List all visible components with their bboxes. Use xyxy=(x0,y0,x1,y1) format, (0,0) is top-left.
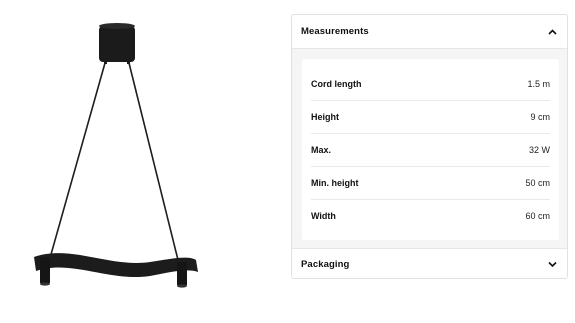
lamp-cord-right xyxy=(128,62,181,269)
spec-label: Max. xyxy=(311,145,332,155)
spec-row-cord-length: Cord length 1.5 m xyxy=(311,68,550,101)
product-details-panel: Measurements Cord length 1.5 m Height 9 … xyxy=(291,14,568,279)
lamp-cord-left xyxy=(49,62,106,259)
spec-value: 9 cm xyxy=(530,112,550,122)
product-image xyxy=(34,23,198,288)
spec-value: 1.5 m xyxy=(527,79,550,89)
spec-row-max: Max. 32 W xyxy=(311,134,550,167)
spec-value: 50 cm xyxy=(525,178,550,188)
packaging-title: Packaging xyxy=(301,258,350,270)
lamp-light-right xyxy=(177,262,187,286)
spec-row-width: Width 60 cm xyxy=(311,200,550,232)
spec-row-height: Height 9 cm xyxy=(311,101,550,134)
spec-label: Cord length xyxy=(311,79,362,89)
measurements-accordion-header[interactable]: Measurements xyxy=(292,15,567,49)
lamp-light-left xyxy=(40,257,50,284)
spec-label: Width xyxy=(311,211,336,221)
measurements-title: Measurements xyxy=(301,26,369,37)
spec-value: 32 W xyxy=(528,145,550,155)
chevron-up-icon[interactable] xyxy=(547,27,557,37)
packaging-accordion-header[interactable]: Packaging xyxy=(292,248,567,278)
chevron-down-icon[interactable] xyxy=(547,259,557,269)
spec-label: Min. height xyxy=(311,178,359,188)
spec-row-min-height: Min. height 50 cm xyxy=(311,167,550,200)
spec-label: Height xyxy=(311,112,339,122)
spec-value: 60 cm xyxy=(525,211,550,221)
lamp-canopy xyxy=(99,26,135,62)
measurements-table: Cord length 1.5 m Height 9 cm Max. 32 W … xyxy=(302,59,559,240)
product-page: Measurements Cord length 1.5 m Height 9 … xyxy=(0,0,575,323)
lamp-wave-bar xyxy=(34,253,198,278)
